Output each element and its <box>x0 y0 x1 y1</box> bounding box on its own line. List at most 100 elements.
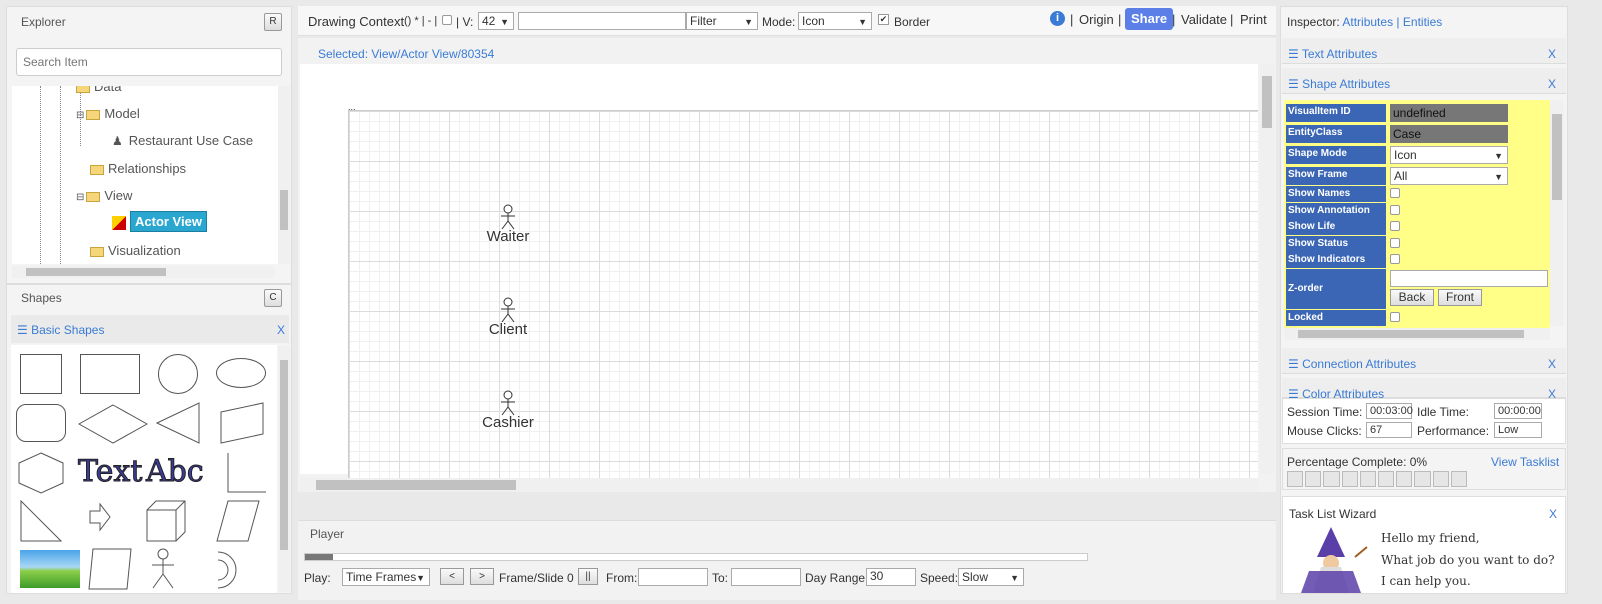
v-select[interactable]: 42 <box>478 12 514 30</box>
close-connection-attributes[interactable]: X <box>1548 357 1556 371</box>
border-checkbox[interactable]: ✔ <box>878 14 889 25</box>
inspector-hscroll[interactable] <box>1284 328 1550 340</box>
explorer-vscroll[interactable] <box>278 86 290 264</box>
tree-item-restaurant-use-case[interactable]: ♟ Restaurant Use Case <box>112 133 253 148</box>
actor-client[interactable]: Client <box>474 297 542 338</box>
actor-cashier[interactable]: Cashier <box>474 390 542 431</box>
back-button[interactable]: Back <box>1390 289 1434 306</box>
filter-input[interactable] <box>518 12 686 30</box>
basic-shapes-section[interactable]: ☰ Basic Shapes <box>17 323 104 337</box>
close-basic-shapes[interactable]: X <box>277 323 285 337</box>
tree-item-view[interactable]: ⊟ View <box>76 188 132 203</box>
context-checkbox[interactable] <box>442 15 452 25</box>
shape-mode-select[interactable]: Icon <box>1390 146 1508 164</box>
pause-button[interactable]: || <box>578 568 598 585</box>
circle-shape[interactable] <box>158 354 198 394</box>
close-shape-attributes[interactable]: X <box>1548 77 1556 91</box>
hexagon-shape[interactable] <box>18 452 64 494</box>
info-icon[interactable]: i <box>1050 11 1065 26</box>
ellipse-shape[interactable] <box>216 358 266 388</box>
progress-panel: Percentage Complete: 0% View Tasklist <box>1282 448 1566 490</box>
show-frame-select[interactable]: All <box>1390 167 1508 185</box>
stick-figure-shape[interactable] <box>148 548 178 590</box>
attributes-tab[interactable]: Attributes <box>1342 15 1393 29</box>
play-mode-select[interactable]: Time Frames <box>342 568 430 586</box>
actor-label: Client <box>488 321 528 338</box>
show-annotation-checkbox[interactable] <box>1390 205 1400 215</box>
close-text-attributes[interactable]: X <box>1548 47 1556 61</box>
share-button[interactable]: Share <box>1125 8 1174 30</box>
canvas-vscroll[interactable] <box>1260 64 1274 474</box>
speed-select[interactable]: Slow <box>958 568 1024 586</box>
v-label: | V: <box>456 15 474 29</box>
show-names-checkbox[interactable] <box>1390 188 1400 198</box>
tree-item-visualization[interactable]: Visualization <box>90 243 181 258</box>
corner-line-shape[interactable] <box>226 452 266 494</box>
show-status-checkbox[interactable] <box>1390 238 1400 248</box>
square-shape[interactable] <box>20 354 62 394</box>
entities-tab[interactable]: Entities <box>1403 15 1442 29</box>
sep-2: | <box>1118 12 1122 27</box>
triangle-shape[interactable] <box>156 402 200 444</box>
drawing-context-link[interactable]: Drawing Context <box>308 14 404 29</box>
performance-value: Low <box>1494 422 1542 438</box>
clear-shapes-button[interactable]: C <box>264 289 282 307</box>
origin-link[interactable]: Origin <box>1079 12 1114 27</box>
text-shape[interactable]: Text <box>77 454 142 490</box>
explorer-hscroll[interactable] <box>12 266 274 278</box>
cube-shape[interactable] <box>146 500 186 542</box>
close-wizard[interactable]: X <box>1549 507 1557 521</box>
show-life-label: Show Life <box>1286 219 1386 235</box>
inspector-vscroll[interactable] <box>1550 100 1564 326</box>
view-tasklist-link[interactable]: View Tasklist <box>1491 455 1559 469</box>
tree-item-relationships[interactable]: Relationships <box>90 161 186 176</box>
parallelogram-shape[interactable] <box>220 402 264 444</box>
front-button[interactable]: Front <box>1438 289 1482 306</box>
document-shape[interactable] <box>88 548 132 590</box>
visual-id-label: VisualItem ID <box>1286 104 1386 122</box>
abc-shape[interactable]: Abc <box>146 454 205 490</box>
player-panel: Player Play: Time Frames < > Frame/Slide… <box>298 520 1276 600</box>
mode-select[interactable]: Icon <box>798 12 872 30</box>
refresh-button[interactable]: R <box>264 13 282 31</box>
skewed-shape[interactable] <box>216 500 260 542</box>
actor-waiter[interactable]: Waiter <box>474 204 542 245</box>
tab-separator: | <box>1396 15 1400 29</box>
validate-link[interactable]: Validate <box>1181 12 1227 27</box>
filter-select[interactable]: Filter <box>686 12 758 30</box>
color-attributes-section[interactable]: ☰ Color Attributes X <box>1282 378 1566 401</box>
locked-checkbox[interactable] <box>1390 312 1400 322</box>
shape-attributes-section[interactable]: ☰ Shape Attributes X <box>1282 68 1566 94</box>
tree-item-data[interactable]: Data <box>76 86 121 94</box>
day-range-input[interactable]: 30 <box>866 568 916 586</box>
wizard-title: Task List Wizard <box>1289 507 1377 521</box>
prev-frame-button[interactable]: < <box>440 568 464 585</box>
entity-class-value: Case <box>1390 125 1508 143</box>
rectangle-shape[interactable] <box>80 354 140 394</box>
rounded-rect-shape[interactable] <box>16 404 66 442</box>
session-time-label: Session Time: <box>1287 405 1363 419</box>
right-triangle-shape[interactable] <box>20 500 62 542</box>
search-input[interactable] <box>16 48 282 76</box>
canvas-hscroll[interactable] <box>300 478 1258 492</box>
tree-item-actor-view[interactable]: Actor View <box>112 211 207 232</box>
locked-label: Locked <box>1286 310 1386 326</box>
show-indicators-checkbox[interactable] <box>1390 254 1400 264</box>
arrow-shape[interactable] <box>88 502 112 532</box>
from-input[interactable] <box>638 568 708 586</box>
z-order-input[interactable] <box>1390 270 1548 287</box>
player-timeline[interactable] <box>304 553 1088 561</box>
actor-icon <box>501 390 515 416</box>
arc-shape[interactable] <box>216 550 250 590</box>
show-life-checkbox[interactable] <box>1390 221 1400 231</box>
next-frame-button[interactable]: > <box>470 568 494 585</box>
shape-mode-label: Shape Mode <box>1286 146 1386 164</box>
shapes-vscroll[interactable] <box>278 346 290 592</box>
landscape-image-shape[interactable] <box>20 550 80 588</box>
diamond-shape[interactable] <box>78 404 148 444</box>
tree-item-model[interactable]: ⊟ Model <box>76 106 140 121</box>
to-input[interactable] <box>731 568 801 586</box>
connection-attributes-section[interactable]: ☰ Connection Attributes X <box>1282 348 1566 374</box>
print-link[interactable]: Print <box>1240 12 1267 27</box>
text-attributes-section[interactable]: ☰ Text Attributes X <box>1282 38 1566 64</box>
